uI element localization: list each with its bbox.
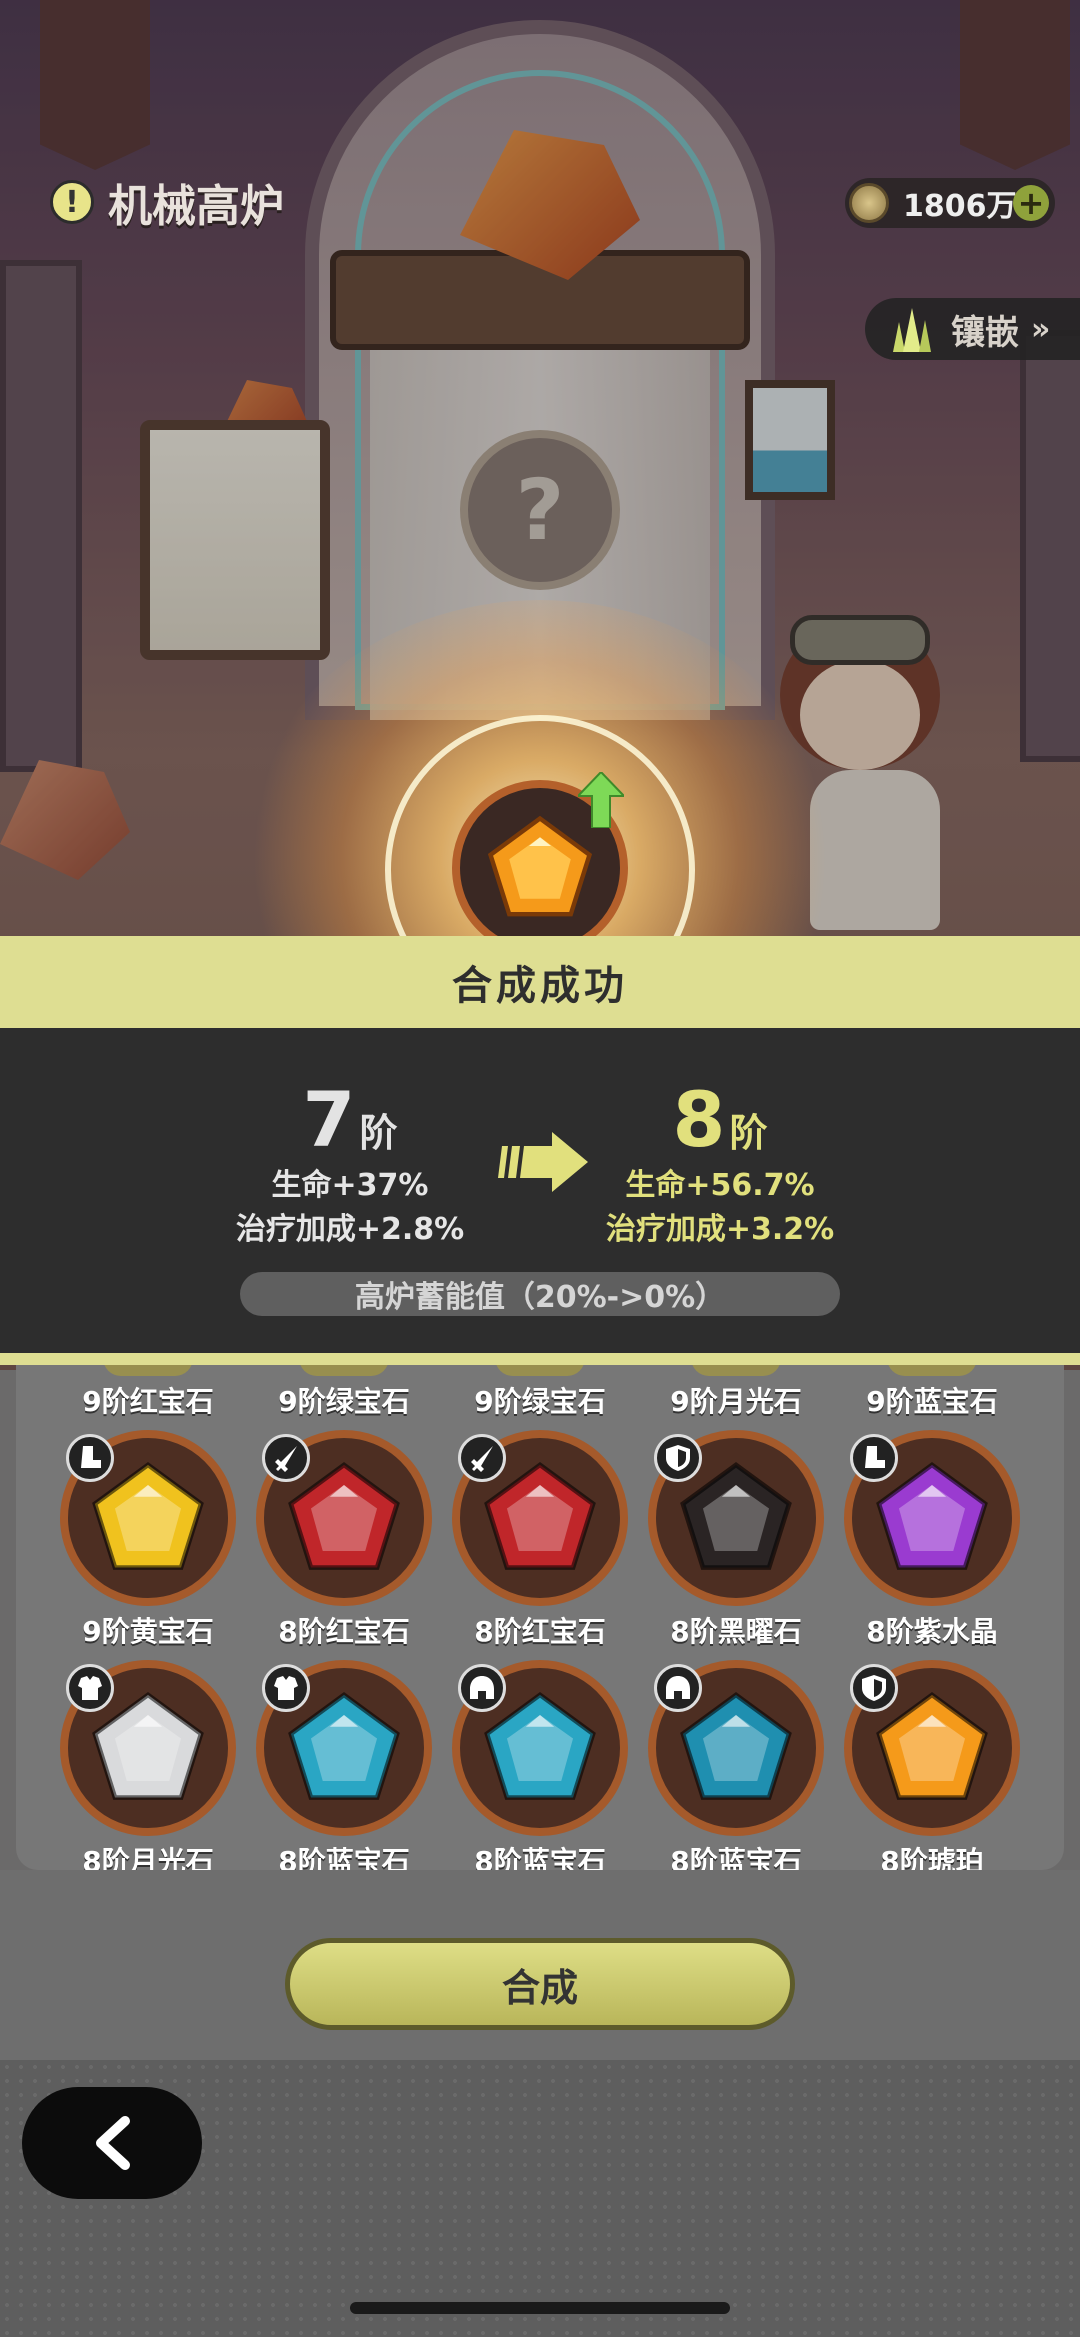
gem-item[interactable]: 8阶红宝石	[246, 1430, 442, 1650]
upgrade-info-border	[0, 1353, 1080, 1365]
gem-icon	[288, 1691, 400, 1800]
gem-slot[interactable]	[256, 1430, 432, 1606]
coin-amount: 1806万	[903, 189, 1017, 224]
gem-name: 8阶黑曜石	[670, 1615, 802, 1648]
gem-item[interactable]: 8阶蓝宝石	[246, 1660, 442, 1880]
gem-icon	[484, 1461, 596, 1570]
before-stats: 7阶 生命+37% 治疗加成+2.8%	[200, 1075, 500, 1252]
gem-slot[interactable]	[452, 1660, 628, 1836]
add-coins-button[interactable]: +	[1013, 184, 1049, 222]
gem-name: 8阶紫水晶	[866, 1615, 998, 1648]
page-title-text: 机械高炉	[108, 181, 284, 232]
gem-icon	[288, 1461, 400, 1570]
gem-icon	[92, 1691, 204, 1800]
gem-slot[interactable]	[452, 1430, 628, 1606]
shield-icon	[654, 1434, 702, 1482]
gem-slot[interactable]	[60, 1430, 236, 1606]
gem-name[interactable]: 9阶蓝宝石	[834, 1380, 1030, 1420]
gem-icon	[680, 1691, 792, 1800]
upgrade-arrow-icon	[578, 772, 624, 828]
gem-item[interactable]: 8阶黑曜石	[638, 1430, 834, 1650]
page-title[interactable]: ! 机械高炉	[50, 170, 284, 234]
armor-icon	[66, 1664, 114, 1712]
armor-icon	[262, 1664, 310, 1712]
chevron-left-icon	[96, 2116, 130, 2170]
helmet-icon	[654, 1664, 702, 1712]
gem-icon	[484, 1691, 596, 1800]
gem-item[interactable]: 9阶黄宝石	[50, 1430, 246, 1650]
crystal-icon	[893, 308, 931, 352]
back-button[interactable]	[22, 2087, 202, 2199]
helmet-icon	[458, 1664, 506, 1712]
gem-name[interactable]: 9阶红宝石	[50, 1380, 246, 1420]
gem-slot[interactable]	[648, 1430, 824, 1606]
success-banner: 合成成功	[0, 936, 1080, 1028]
gem-name: 8阶红宝石	[278, 1615, 410, 1648]
sword-icon	[262, 1434, 310, 1482]
furnace-energy-bar: 高炉蓄能值（20%->0%）	[240, 1272, 840, 1316]
amber-gem-icon	[487, 815, 593, 917]
double-chevron-icon: »	[1031, 311, 1051, 347]
gem-icon	[680, 1461, 792, 1570]
before-hp-stat: 生命+37%	[271, 1168, 429, 1203]
gem-slot[interactable]	[60, 1660, 236, 1836]
after-tier: 8阶	[672, 1075, 768, 1164]
success-title: 合成成功	[452, 963, 628, 1009]
boot-icon	[66, 1434, 114, 1482]
gem-name[interactable]: 9阶绿宝石	[442, 1380, 638, 1420]
gem-icon	[876, 1691, 988, 1800]
gem-item[interactable]: 8阶琥珀	[834, 1660, 1030, 1880]
coin-icon	[849, 183, 889, 223]
gem-name[interactable]: 9阶绿宝石	[246, 1380, 442, 1420]
gem-item[interactable]: 8阶红宝石	[442, 1430, 638, 1650]
before-tier: 7阶	[302, 1075, 398, 1164]
gem-slot[interactable]	[844, 1430, 1020, 1606]
after-hp-stat: 生命+56.7%	[625, 1168, 815, 1203]
gem-name[interactable]: 9阶月光石	[638, 1380, 834, 1420]
gem-slot[interactable]	[844, 1660, 1020, 1836]
gem-slot[interactable]	[256, 1660, 432, 1836]
sword-icon	[458, 1434, 506, 1482]
after-stats: 8阶 生命+56.7% 治疗加成+3.2%	[570, 1075, 870, 1252]
home-indicator	[350, 2302, 730, 2314]
gem-icon	[92, 1461, 204, 1570]
after-heal-stat: 治疗加成+3.2%	[605, 1212, 835, 1247]
boot-icon	[850, 1434, 898, 1482]
info-warning-icon[interactable]: !	[50, 180, 94, 224]
gem-item[interactable]: 8阶紫水晶	[834, 1430, 1030, 1650]
combine-button[interactable]: 合成	[285, 1938, 795, 2030]
gem-name: 9阶黄宝石	[82, 1615, 214, 1648]
coin-counter: 1806万 +	[845, 178, 1055, 228]
gem-slot[interactable]	[648, 1660, 824, 1836]
gem-item[interactable]: 8阶蓝宝石	[442, 1660, 638, 1880]
gem-name: 8阶红宝石	[474, 1615, 606, 1648]
inlay-button[interactable]: 镶嵌 »	[865, 298, 1080, 360]
gem-item[interactable]: 8阶蓝宝石	[638, 1660, 834, 1880]
before-heal-stat: 治疗加成+2.8%	[235, 1212, 465, 1247]
gem-icon	[876, 1461, 988, 1570]
gem-item[interactable]: 8阶月光石	[50, 1660, 246, 1880]
inlay-label: 镶嵌	[951, 312, 1019, 353]
shield-icon	[850, 1664, 898, 1712]
